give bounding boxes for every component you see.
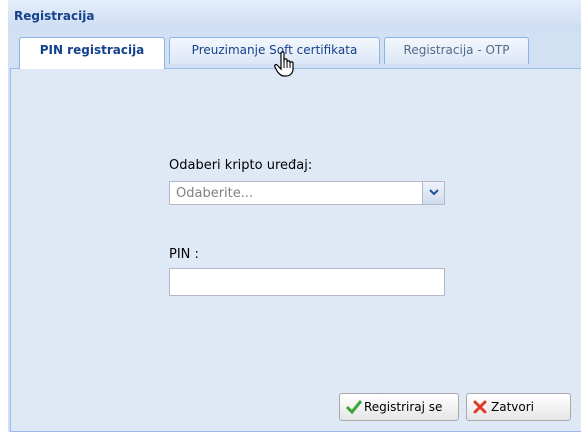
tab-pin-registracija[interactable]: PIN registracija xyxy=(19,37,165,69)
chevron-down-icon xyxy=(429,189,439,196)
pin-label: PIN : xyxy=(169,247,199,262)
close-button-label: Zatvori xyxy=(491,400,534,414)
title-bar: Registracija xyxy=(8,0,581,31)
register-button-label: Registriraj se xyxy=(364,400,443,414)
register-button[interactable]: Registriraj se xyxy=(339,393,459,421)
close-icon xyxy=(473,400,487,414)
tab-registracija-otp[interactable]: Registracija - OTP xyxy=(384,37,529,64)
hand-pointer-icon xyxy=(274,51,294,77)
device-select[interactable]: Odaberite... xyxy=(169,181,445,205)
close-button[interactable]: Zatvori xyxy=(466,393,571,421)
device-select-placeholder: Odaberite... xyxy=(176,186,254,201)
pin-input[interactable] xyxy=(169,268,445,296)
device-select-trigger[interactable] xyxy=(422,182,444,204)
check-icon xyxy=(346,400,362,414)
device-label: Odaberi kripto uređaj: xyxy=(169,158,313,173)
pin-registration-panel: Odaberi kripto uređaj: Odaberite... PIN … xyxy=(10,68,581,432)
window-title: Registracija xyxy=(14,9,95,23)
registration-window: Registracija PIN registracija Preuzimanj… xyxy=(8,0,581,432)
